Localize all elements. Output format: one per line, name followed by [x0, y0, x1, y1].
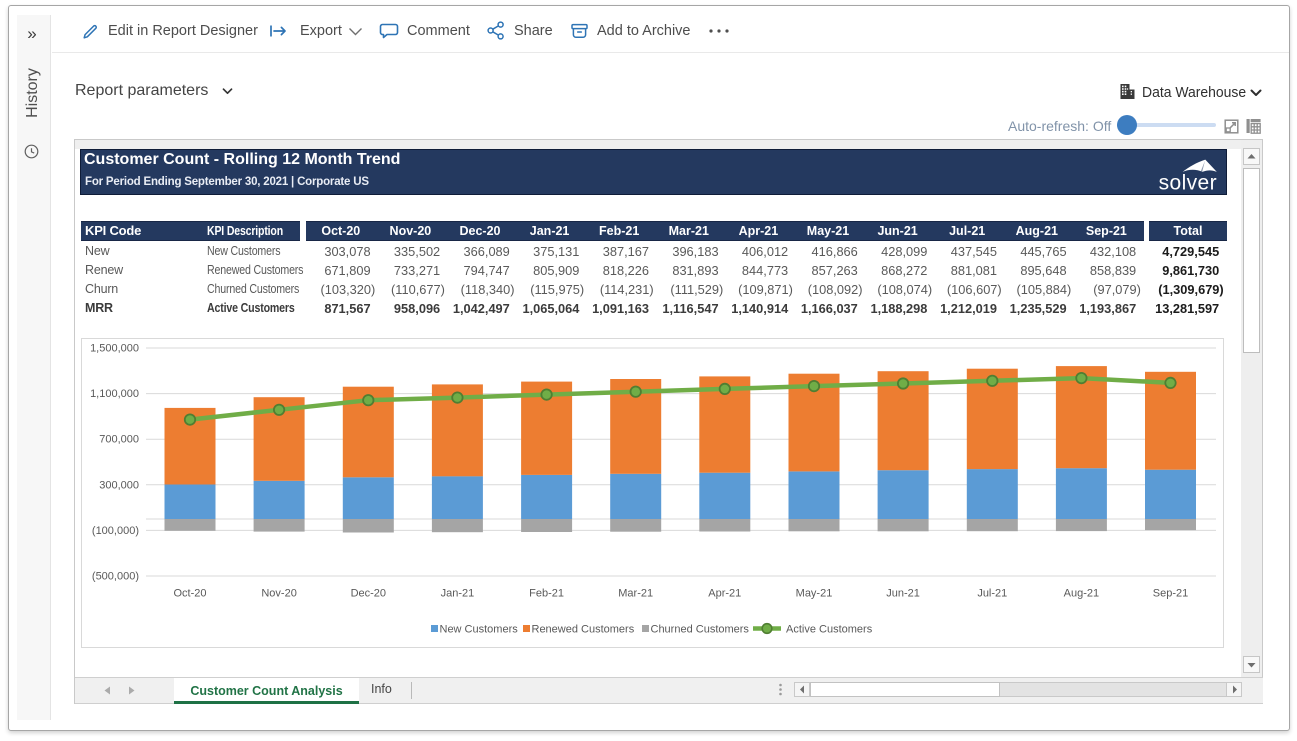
svg-text:1,500,000: 1,500,000 — [90, 343, 139, 355]
svg-text:Dec-20: Dec-20 — [351, 588, 386, 600]
svg-text:solver: solver — [1159, 172, 1217, 194]
svg-text:Sep-21: Sep-21 — [1153, 588, 1188, 600]
svg-text:Mar-21: Mar-21 — [618, 588, 653, 600]
svg-text:1,100,000: 1,100,000 — [90, 388, 139, 400]
svg-text:Jan-21: Jan-21 — [441, 588, 475, 600]
svg-text:Nov-20: Nov-20 — [261, 588, 296, 600]
svg-text:Jul-21: Jul-21 — [977, 588, 1007, 600]
svg-text:Renewed Customers: Renewed Customers — [532, 624, 635, 636]
svg-text:Oct-20: Oct-20 — [173, 588, 206, 600]
svg-text:Feb-21: Feb-21 — [529, 588, 564, 600]
svg-text:May-21: May-21 — [796, 588, 833, 600]
svg-text:Jun-21: Jun-21 — [886, 588, 920, 600]
svg-text:(100,000): (100,000) — [92, 525, 139, 537]
svg-text:Active Customers: Active Customers — [786, 624, 873, 636]
svg-text:700,000: 700,000 — [99, 434, 139, 446]
svg-text:(500,000): (500,000) — [92, 571, 139, 583]
svg-text:Churned Customers: Churned Customers — [651, 624, 750, 636]
svg-text:300,000: 300,000 — [99, 479, 139, 491]
svg-text:Aug-21: Aug-21 — [1064, 588, 1099, 600]
svg-text:New Customers: New Customers — [440, 624, 519, 636]
svg-text:Apr-21: Apr-21 — [708, 588, 741, 600]
